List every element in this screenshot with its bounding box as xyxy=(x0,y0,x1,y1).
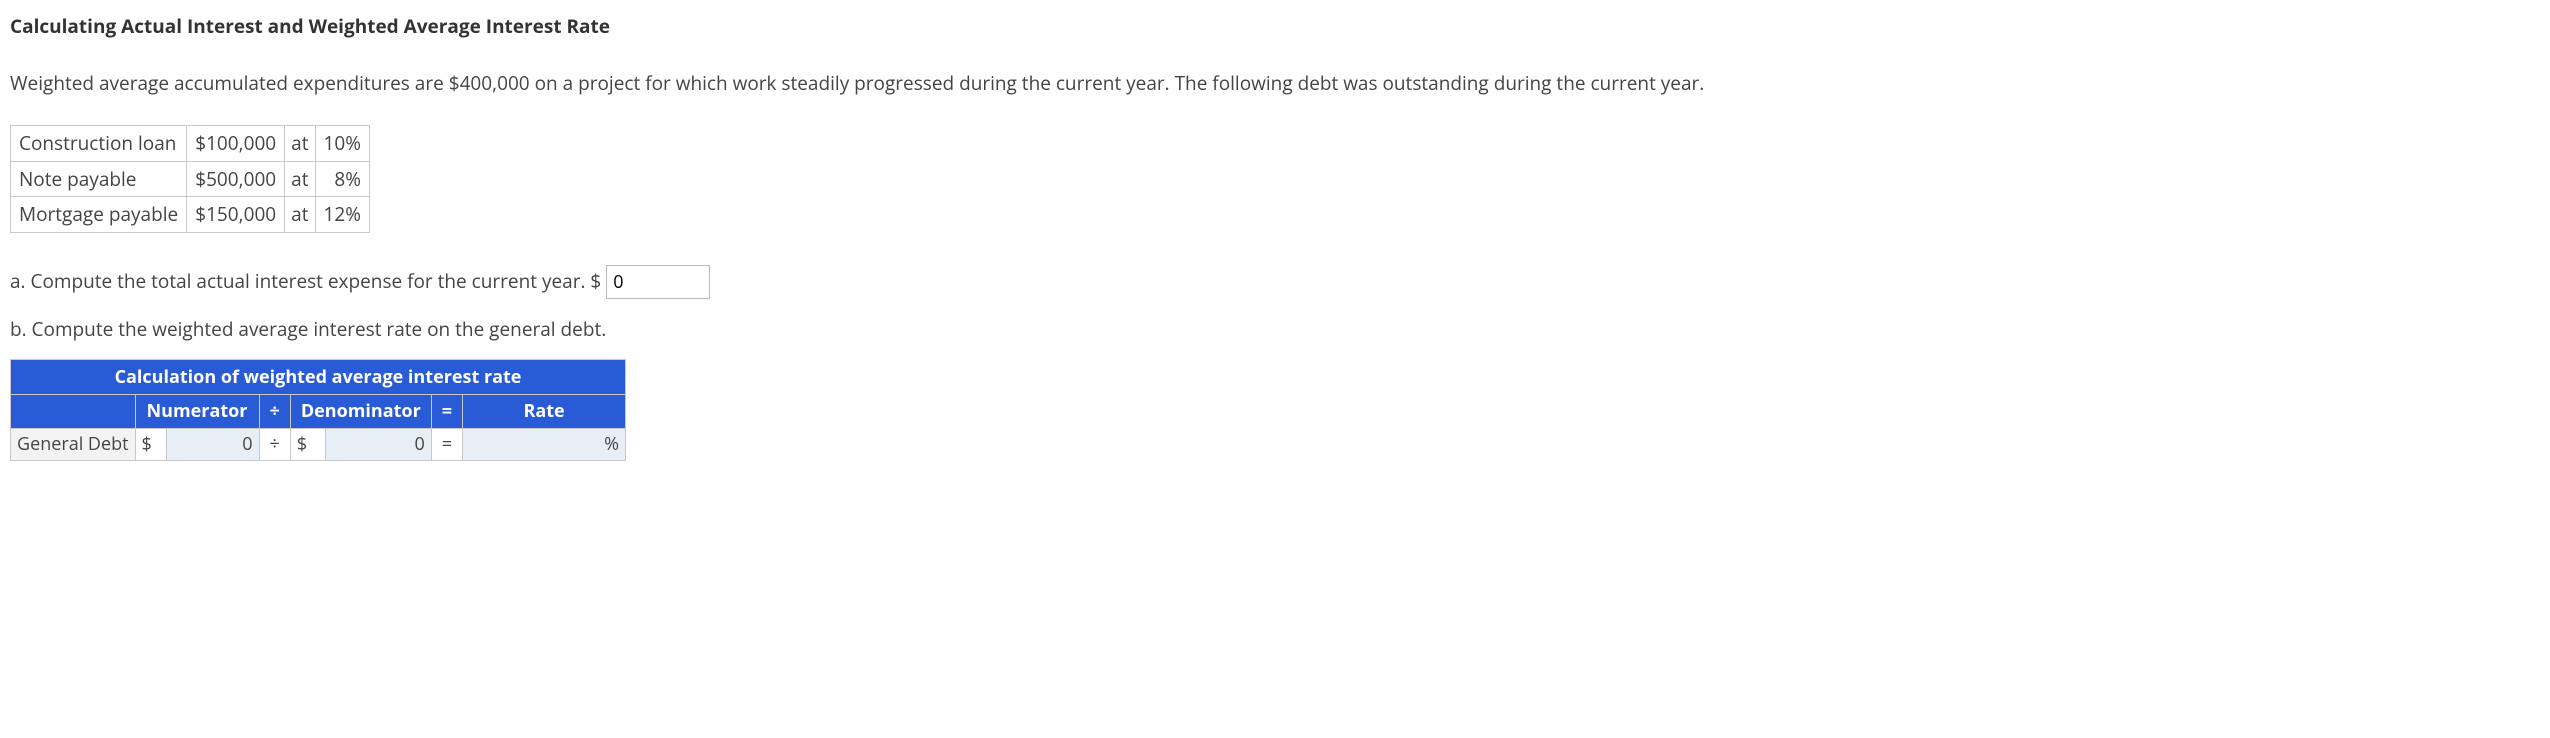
table-row: Construction loan $100,000 at 10% xyxy=(11,126,370,162)
page-title: Calculating Actual Interest and Weighted… xyxy=(10,12,2540,41)
calc-col-div: ÷ xyxy=(259,395,290,429)
divide-symbol: ÷ xyxy=(259,429,290,461)
debt-table: Construction loan $100,000 at 10% Note p… xyxy=(10,125,370,233)
calc-table: Calculation of weighted average interest… xyxy=(10,359,626,461)
debt-at: at xyxy=(285,197,315,233)
debt-name: Note payable xyxy=(11,161,187,197)
debt-at: at xyxy=(285,126,315,162)
calc-col-denominator: Denominator xyxy=(290,395,431,429)
question-b: b. Compute the weighted average interest… xyxy=(10,315,2540,344)
debt-amount: $150,000 xyxy=(187,197,285,233)
table-row: Mortgage payable $150,000 at 12% xyxy=(11,197,370,233)
calc-row-general-debt: General Debt $ 0 ÷ $ 0 = % xyxy=(11,429,626,461)
table-row: Note payable $500,000 at 8% xyxy=(11,161,370,197)
question-a: a. Compute the total actual interest exp… xyxy=(10,265,2540,299)
currency-symbol: $ xyxy=(290,429,325,461)
calc-caption: Calculation of weighted average interest… xyxy=(11,360,626,395)
debt-name: Mortgage payable xyxy=(11,197,187,233)
calc-col-numerator: Numerator xyxy=(135,395,259,429)
denominator-input[interactable]: 0 xyxy=(326,429,432,461)
calc-row-label: General Debt xyxy=(11,429,136,461)
debt-name: Construction loan xyxy=(11,126,187,162)
currency-symbol: $ xyxy=(135,429,166,461)
debt-rate: 12% xyxy=(315,197,369,233)
debt-at: at xyxy=(285,161,315,197)
debt-amount: $100,000 xyxy=(187,126,285,162)
calc-col-eq: = xyxy=(431,395,462,429)
debt-rate: 8% xyxy=(315,161,369,197)
debt-rate: 10% xyxy=(315,126,369,162)
rate-input[interactable]: % xyxy=(463,429,626,461)
actual-interest-input[interactable] xyxy=(606,265,710,299)
debt-amount: $500,000 xyxy=(187,161,285,197)
question-b-text: b. Compute the weighted average interest… xyxy=(10,316,606,342)
question-a-text: a. Compute the total actual interest exp… xyxy=(10,268,601,294)
percent-symbol: % xyxy=(604,431,619,458)
equals-symbol: = xyxy=(431,429,462,461)
intro-text: Weighted average accumulated expenditure… xyxy=(10,69,2540,98)
calc-col-blank xyxy=(11,395,136,429)
calc-col-rate: Rate xyxy=(463,395,626,429)
numerator-input[interactable]: 0 xyxy=(166,429,259,461)
